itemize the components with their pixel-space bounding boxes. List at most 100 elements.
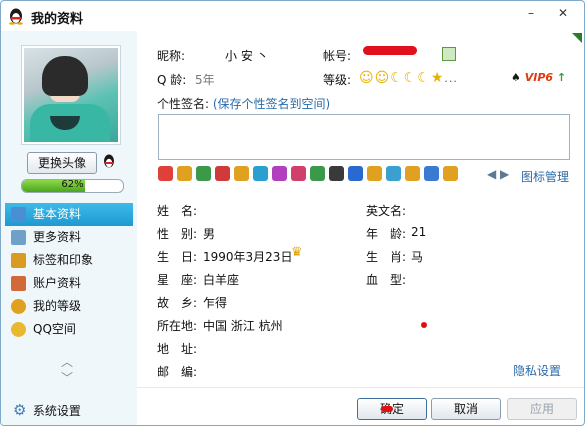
- gear-icon: ⚙: [13, 401, 27, 419]
- level-icon: [11, 299, 26, 314]
- age-label: 年 龄:: [366, 227, 407, 241]
- vip-level: VIP6: [524, 71, 554, 84]
- address-label: 地 址:: [157, 342, 198, 356]
- nav-item-more-info[interactable]: 更多资料: [5, 226, 133, 249]
- service-icon[interactable]: [329, 166, 344, 181]
- nav-label: 账户资料: [33, 276, 82, 290]
- level-more: ...: [444, 72, 458, 85]
- hometown-value: 乍得: [203, 296, 228, 310]
- qq-penguin-icon: [9, 8, 23, 25]
- postcode-label: 邮 编:: [157, 365, 198, 379]
- level-icons[interactable]: ☺☺☾☾☾★...: [359, 70, 458, 86]
- service-icon[interactable]: [234, 166, 249, 181]
- service-icon[interactable]: [196, 166, 211, 181]
- service-icons-row: [158, 166, 462, 184]
- corner-flag-icon: [572, 33, 582, 43]
- zodiac-label: 生 肖:: [366, 250, 407, 264]
- nav-list: 基本资料 更多资料 标签和印象 账户资料 我的等级 QQ空间: [5, 203, 133, 341]
- service-icon[interactable]: [386, 166, 401, 181]
- card-icon: [11, 207, 26, 222]
- vip-up-arrow-icon: ↑: [556, 71, 567, 84]
- signature-label: 个性签名:: [157, 97, 210, 111]
- location-value: 中国 浙江 杭州: [203, 319, 283, 333]
- qage-value: 5年: [195, 73, 215, 87]
- marker-dot: [421, 322, 427, 328]
- left-panel: 更换头像 62% 基本资料 更多资料 标签和印象 账户资料 我的等级 QQ空间 …: [1, 31, 137, 425]
- nav-item-basic-info[interactable]: 基本资料: [5, 203, 133, 226]
- age-value: 21: [411, 225, 427, 239]
- close-button[interactable]: ✕: [546, 3, 580, 23]
- qage-label: Q 龄:: [157, 73, 187, 87]
- window-title: 我的资料: [31, 12, 84, 27]
- name-label: 姓 名:: [157, 204, 198, 218]
- level-label: 等级:: [323, 73, 352, 87]
- english-name-label: 英文名:: [366, 204, 407, 218]
- nav-label: 标签和印象: [33, 253, 94, 267]
- change-avatar-button[interactable]: 更换头像: [27, 152, 97, 174]
- apply-button[interactable]: 应用: [507, 398, 577, 420]
- profile-completion-bar: 62%: [21, 179, 124, 193]
- crown-icon: ♛: [291, 245, 303, 260]
- avatar-frame[interactable]: [21, 45, 121, 145]
- signature-input[interactable]: [158, 114, 570, 160]
- service-icon[interactable]: [424, 166, 439, 181]
- hometown-label: 故 乡:: [157, 296, 198, 310]
- account-redacted: [363, 46, 417, 55]
- profile-window: 我的资料 – ✕ 更换头像 62% 基本资料 更多资料 标签和印象 账户资料 我…: [0, 0, 585, 426]
- qq-vip-icon: ♠: [511, 71, 521, 84]
- service-icon[interactable]: [367, 166, 382, 181]
- cursor-marker: [381, 406, 393, 412]
- signature-label-row: 个性签名: (保存个性签名到空间): [157, 95, 330, 112]
- icons-nav-arrows[interactable]: ◀ ▶: [487, 167, 509, 181]
- qzone-icon: [11, 322, 26, 337]
- title-bar: 我的资料 – ✕: [1, 1, 584, 31]
- scroll-down-icon[interactable]: ﹀: [61, 369, 73, 386]
- account-label: 帐号:: [323, 49, 352, 63]
- scroll-up-icon[interactable]: ︿: [61, 353, 73, 370]
- service-icon[interactable]: [177, 166, 192, 181]
- nav-item-account[interactable]: 账户资料: [5, 272, 133, 295]
- star-sign-value: 白羊座: [203, 273, 240, 287]
- progress-text: 62%: [61, 179, 84, 190]
- nickname-label: 昵称:: [157, 49, 186, 63]
- blood-type-label: 血 型:: [366, 273, 407, 287]
- nav-item-level[interactable]: 我的等级: [5, 295, 133, 318]
- service-icon[interactable]: [158, 166, 173, 181]
- vip-badge[interactable]: ♠ VIP6 ↑: [511, 71, 566, 84]
- service-icon[interactable]: [272, 166, 287, 181]
- service-icon[interactable]: [291, 166, 306, 181]
- nav-label: 我的等级: [33, 299, 82, 313]
- nav-label: 基本资料: [33, 207, 82, 221]
- list-icon: [11, 230, 26, 245]
- system-settings-label: 系统设置: [32, 404, 81, 418]
- service-icon[interactable]: [348, 166, 363, 181]
- account-icon: [11, 276, 26, 291]
- service-icon[interactable]: [253, 166, 268, 181]
- nickname-value: 小 安 丶: [225, 49, 269, 63]
- zodiac-value: 马: [411, 250, 424, 264]
- nav-label: 更多资料: [33, 230, 82, 244]
- service-icon[interactable]: [215, 166, 230, 181]
- gender-value: 男: [203, 227, 216, 241]
- service-icon[interactable]: [405, 166, 420, 181]
- cancel-button[interactable]: 取消: [431, 398, 501, 420]
- service-icon[interactable]: [310, 166, 325, 181]
- nav-item-tags[interactable]: 标签和印象: [5, 249, 133, 272]
- divider: [137, 387, 584, 388]
- qq-show-icon[interactable]: [101, 153, 117, 169]
- save-signature-link[interactable]: (保存个性签名到空间): [213, 97, 330, 111]
- gender-label: 性 别:: [157, 227, 198, 241]
- system-settings-link[interactable]: ⚙ 系统设置: [13, 401, 81, 419]
- avatar: [24, 48, 118, 142]
- tag-icon: [11, 253, 26, 268]
- nav-label: QQ空间: [33, 322, 76, 336]
- birthday-label: 生 日:: [157, 250, 198, 264]
- location-label: 所在地:: [157, 319, 198, 333]
- minimize-button[interactable]: –: [518, 3, 544, 23]
- service-icon[interactable]: [443, 166, 458, 181]
- level-suns-moons-stars-icon: ☺☺☾☾☾★: [359, 70, 445, 86]
- icon-manage-link[interactable]: 图标管理: [521, 168, 569, 185]
- edit-icon[interactable]: [442, 47, 456, 61]
- privacy-settings-link[interactable]: 隐私设置: [513, 362, 561, 379]
- nav-item-qzone[interactable]: QQ空间: [5, 318, 133, 341]
